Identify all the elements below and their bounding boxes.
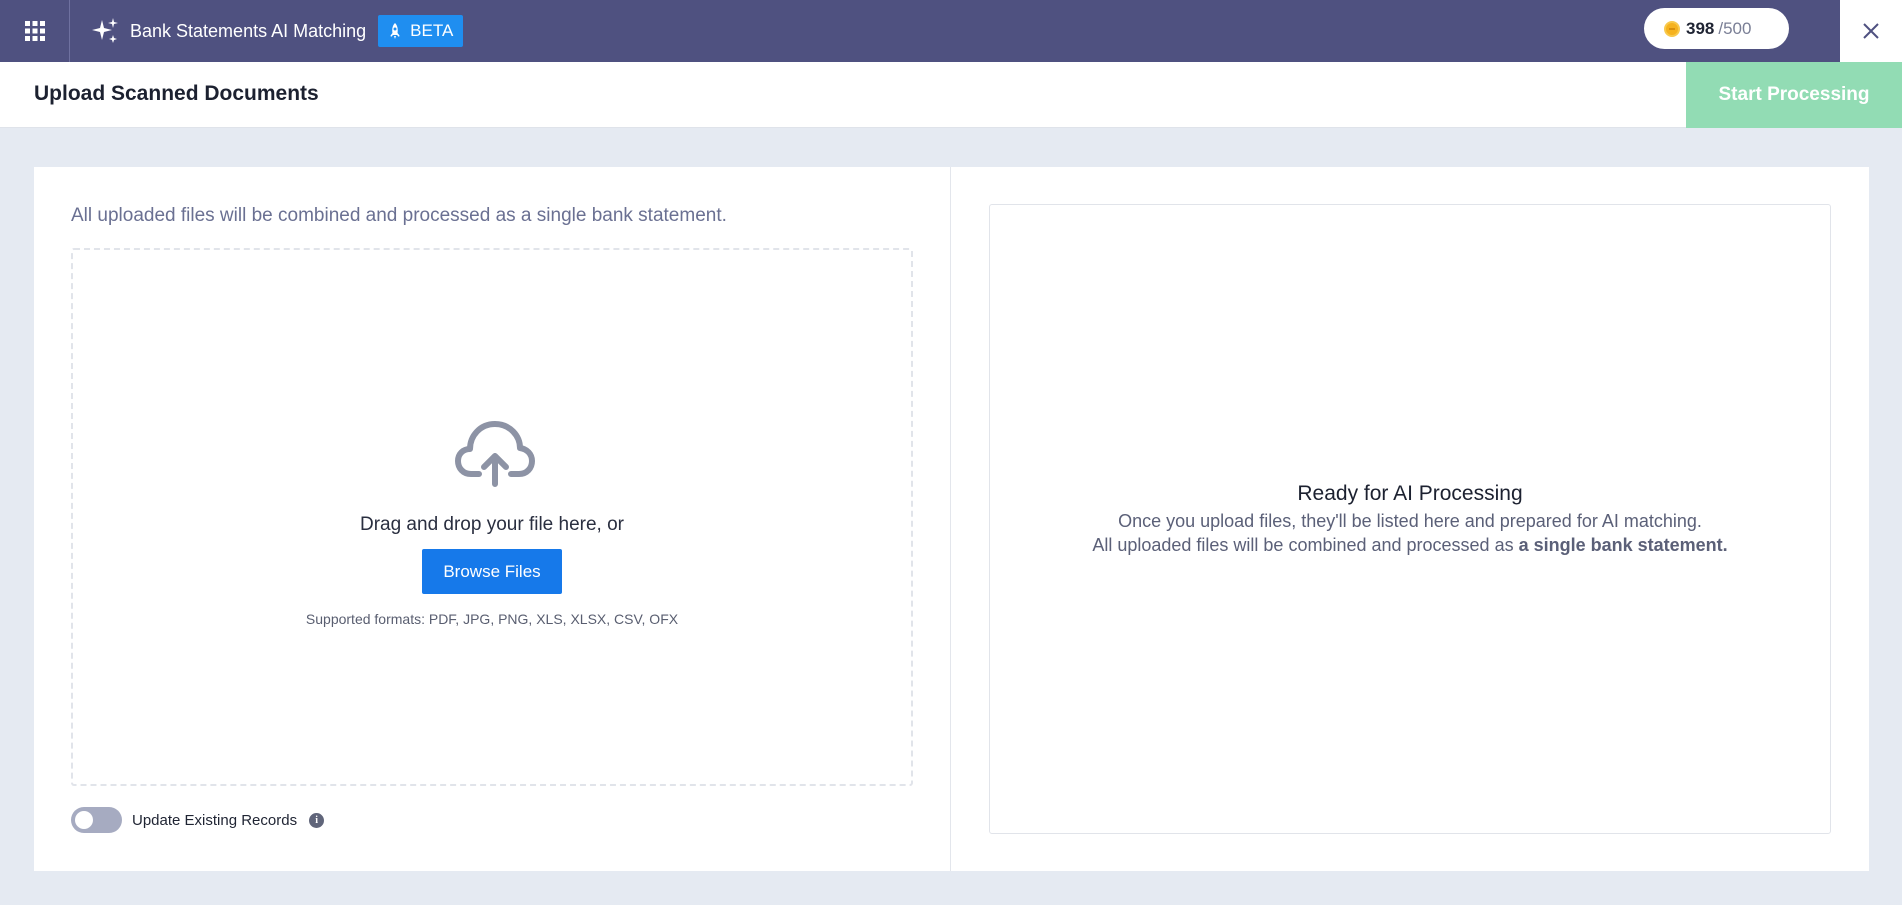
info-icon[interactable]: i [309, 812, 325, 828]
ready-combine-prefix: All uploaded files will be combined and … [1092, 535, 1519, 555]
beta-badge: BETA [378, 15, 464, 47]
update-existing-records-label: Update Existing Records [132, 811, 298, 829]
update-records-row: Update Existing Records i [71, 807, 325, 833]
browse-files-button[interactable]: Browse Files [422, 549, 562, 594]
file-list-panel: Ready for AI Processing Once you upload … [989, 204, 1831, 834]
rocket-icon [390, 23, 400, 39]
page-title: Upload Scanned Documents [34, 82, 319, 105]
coin-icon [1664, 20, 1680, 37]
toggle-knob [75, 811, 93, 829]
apps-menu-button[interactable] [0, 0, 70, 62]
ready-title: Ready for AI Processing [1297, 482, 1523, 505]
page-header: Upload Scanned Documents Start Processin… [0, 62, 1902, 128]
upload-card: All uploaded files will be combined and … [34, 167, 1869, 871]
apps-grid-icon [24, 21, 45, 41]
ready-combine-emphasis: a single bank statement. [1518, 535, 1728, 555]
ready-description: Once you upload files, they'll be listed… [1118, 511, 1702, 531]
file-dropzone[interactable]: Drag and drop your file here, or Browse … [71, 248, 913, 786]
close-icon [1863, 23, 1879, 39]
credits-total: /500 [1718, 18, 1752, 38]
start-processing-button[interactable]: Start Processing [1686, 62, 1902, 128]
ready-combine-note: All uploaded files will be combined and … [990, 535, 1830, 556]
credits-used: 398 [1686, 18, 1715, 38]
cloud-upload-icon [455, 421, 535, 487]
credits-counter[interactable]: 398 /500 [1644, 8, 1789, 49]
app-title-group: Bank Statements AI Matching BETA [90, 15, 464, 47]
combine-info-text: All uploaded files will be combined and … [71, 205, 727, 226]
upload-panel: All uploaded files will be combined and … [34, 167, 951, 871]
drag-drop-text: Drag and drop your file here, or [359, 514, 625, 535]
update-existing-records-toggle[interactable] [71, 807, 122, 833]
beta-label: BETA [410, 21, 454, 40]
sparkle-icon [90, 16, 120, 46]
top-bar: Bank Statements AI Matching BETA 398 /50… [0, 0, 1902, 62]
app-title: Bank Statements AI Matching [130, 20, 367, 41]
close-button[interactable] [1840, 0, 1902, 62]
supported-formats-text: Supported formats: PDF, JPG, PNG, XLS, X… [305, 611, 679, 627]
